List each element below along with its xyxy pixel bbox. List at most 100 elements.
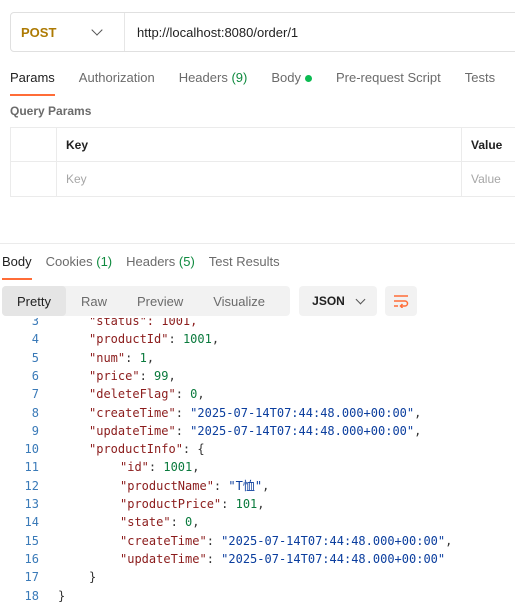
code-line: 9 "updateTime": "2025-07-14T07:44:48.000+…	[0, 422, 515, 440]
code-text: "updateTime": "2025-07-14T07:44:48.000+0…	[89, 422, 421, 440]
code-token: "num"	[89, 350, 126, 365]
code-token: "createTime"	[89, 405, 176, 420]
code-text: "id": 1001,	[120, 458, 200, 476]
tab-headers[interactable]: Headers (9)	[179, 70, 248, 96]
tab-test-results[interactable]: Test Results	[209, 254, 280, 280]
format-dropdown[interactable]: JSON	[299, 286, 377, 316]
code-text: "deleteFlag": 0,	[89, 385, 205, 403]
code-token: :	[206, 533, 222, 548]
code-token: "id"	[120, 460, 149, 475]
code-token: ,	[445, 533, 453, 548]
code-line: 13 "productPrice": 101,	[0, 495, 515, 513]
code-token: :	[148, 460, 164, 475]
line-number: 6	[31, 368, 39, 383]
table-row: Key Value	[11, 162, 515, 196]
view-pretty-button[interactable]: Pretty	[2, 286, 66, 316]
response-toolbar: Pretty Raw Preview Visualize JSON	[2, 286, 417, 316]
code-token: "updateTime"	[89, 423, 176, 438]
view-raw-button[interactable]: Raw	[66, 286, 122, 316]
line-number: 16	[24, 551, 39, 566]
code-token: :	[175, 387, 191, 402]
tab-label: Headers	[126, 254, 176, 269]
chevron-down-icon	[355, 294, 366, 304]
line-number: 18	[24, 588, 39, 603]
code-token: :	[206, 551, 222, 566]
tab-label: Cookies	[45, 254, 93, 269]
pane-divider[interactable]	[0, 243, 515, 244]
code-token: "status": 1001,	[89, 318, 198, 328]
line-number: 9	[31, 423, 39, 438]
checkbox-cell	[11, 162, 57, 196]
line-number: 13	[24, 497, 39, 511]
code-token: "deleteFlag"	[89, 387, 176, 402]
tab-label: Body	[271, 70, 301, 85]
code-token: "productInfo"	[89, 442, 183, 457]
method-label: POST	[21, 24, 57, 40]
tab-pre-request-script[interactable]: Pre-request Script	[336, 70, 441, 96]
code-token: ,	[414, 405, 422, 420]
code-token: "2025-07-14T07:44:48.000+00:00"	[190, 405, 415, 420]
response-tabs: Body Cookies (1) Headers (5) Test Result…	[2, 254, 294, 280]
code-line: 10 "productInfo": {	[0, 440, 515, 458]
code-token: :	[170, 515, 186, 530]
code-text: "productName": "T恤",	[120, 477, 269, 495]
code-token: ,	[414, 423, 422, 438]
line-number: 3	[31, 318, 39, 328]
code-token: }	[58, 588, 66, 603]
code-token: "productName"	[120, 478, 214, 493]
code-line: 6 "price": 99,	[0, 367, 515, 385]
url-input[interactable]: http://localhost:8080/order/1	[125, 25, 298, 40]
tab-cookies[interactable]: Cookies (1)	[46, 254, 112, 280]
code-text: "productInfo": {	[89, 440, 205, 458]
tab-count: (1)	[96, 254, 113, 269]
code-line: 3 "status": 1001,	[0, 318, 515, 330]
view-preview-button[interactable]: Preview	[122, 286, 198, 316]
code-token: :	[213, 478, 229, 493]
code-line: 17}	[0, 568, 515, 586]
code-line: 11 "id": 1001,	[0, 458, 515, 476]
code-token: "price"	[89, 368, 140, 383]
line-number: 7	[31, 387, 39, 402]
value-header: Value	[471, 137, 503, 152]
code-text: "num": 1,	[89, 349, 154, 367]
code-token: :	[175, 405, 191, 420]
format-label: JSON	[312, 294, 345, 308]
tab-label: Authorization	[78, 70, 155, 85]
code-token: ,	[257, 497, 265, 511]
tab-label: Params	[10, 70, 55, 85]
code-token: "2025-07-14T07:44:48.000+00:00"	[190, 423, 415, 438]
code-token: "productId"	[89, 332, 169, 347]
code-line: 5 "num": 1,	[0, 349, 515, 367]
code-line: 7 "deleteFlag": 0,	[0, 385, 515, 403]
view-mode-switcher: Pretty Raw Preview Visualize	[2, 286, 290, 316]
value-input[interactable]: Value	[462, 162, 515, 196]
code-token: }	[89, 570, 97, 585]
modified-dot-icon	[304, 75, 312, 83]
key-input[interactable]: Key	[57, 162, 462, 196]
line-number: 15	[24, 533, 39, 548]
code-token: 101	[235, 497, 258, 511]
code-token: "2025-07-14T07:44:48.000+00:00"	[221, 533, 446, 548]
wrap-lines-button[interactable]	[385, 286, 417, 316]
tab-body[interactable]: Body	[271, 70, 312, 96]
tab-tests[interactable]: Tests	[465, 70, 495, 96]
code-token: :	[168, 332, 183, 347]
tab-response-body[interactable]: Body	[2, 254, 32, 280]
code-token: ,	[211, 332, 220, 347]
code-token: ,	[146, 350, 155, 365]
code-line: 14 "state": 0,	[0, 513, 515, 531]
line-number: 8	[31, 405, 39, 420]
code-line: 18}	[0, 587, 515, 605]
query-params-table: Key Value Key Value	[10, 127, 515, 197]
tab-response-headers[interactable]: Headers (5)	[126, 254, 195, 280]
code-text: "updateTime": "2025-07-14T07:44:48.000+0…	[120, 550, 445, 568]
tab-authorization[interactable]: Authorization	[79, 70, 155, 96]
line-number: 10	[24, 442, 39, 457]
code-line: 16 "updateTime": "2025-07-14T07:44:48.000…	[0, 550, 515, 568]
tab-label: Body	[2, 254, 32, 269]
line-number: 12	[24, 478, 39, 493]
method-dropdown[interactable]: POST	[11, 13, 125, 51]
line-number: 4	[31, 332, 39, 347]
view-visualize-button[interactable]: Visualize	[198, 286, 280, 316]
tab-params[interactable]: Params	[10, 70, 55, 96]
